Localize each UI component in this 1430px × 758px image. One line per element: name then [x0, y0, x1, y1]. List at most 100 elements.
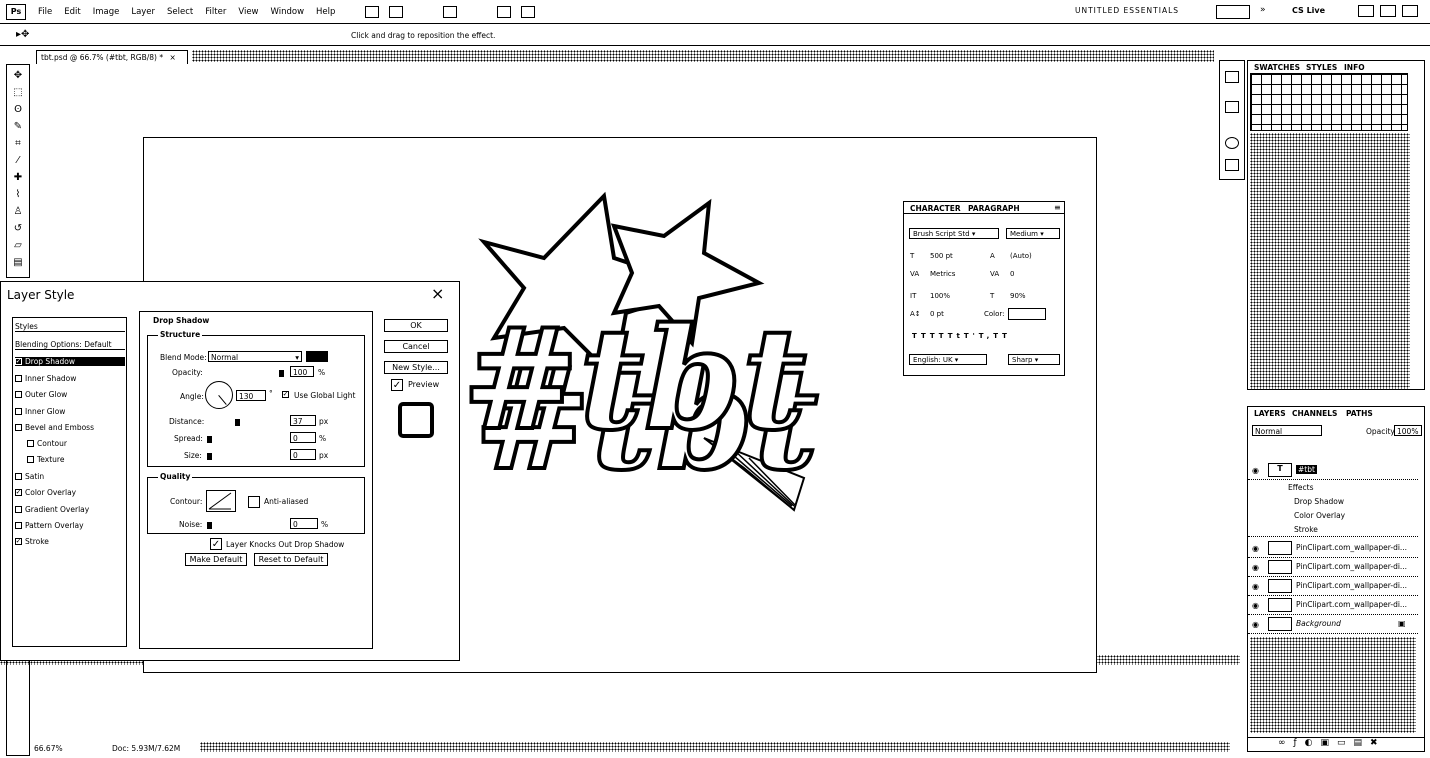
checkbox[interactable]: [15, 375, 22, 382]
layer-name[interactable]: PinClipart.com_wallpaper-di...: [1296, 581, 1407, 590]
layer-row[interactable]: ◉ PinClipart.com_wallpaper-di...: [1248, 558, 1418, 577]
visibility-eye-icon[interactable]: ◉: [1252, 563, 1259, 572]
font-style-select[interactable]: Medium ▾: [1006, 228, 1060, 239]
font-family-select[interactable]: Brush Script Std ▾: [909, 228, 999, 239]
size-slider-thumb[interactable]: [207, 453, 212, 460]
close-document-icon[interactable]: ×: [169, 53, 175, 62]
blend-mode-select[interactable]: Normal ▾: [208, 351, 302, 362]
bridge-icon[interactable]: [365, 5, 380, 18]
layer-effect-row[interactable]: Color Overlay: [1248, 509, 1418, 523]
workspace-switcher[interactable]: UNTITLED ESSENTIALS: [1075, 6, 1179, 15]
style-contour[interactable]: Contour: [27, 439, 67, 448]
layer-effect-row[interactable]: Stroke: [1248, 523, 1418, 537]
visibility-eye-icon[interactable]: ◉: [1252, 544, 1259, 553]
close-icon[interactable]: ×: [431, 284, 444, 303]
layer-row[interactable]: ◉ PinClipart.com_wallpaper-di...: [1248, 577, 1418, 596]
checkbox[interactable]: [15, 506, 22, 513]
panel-menu-icon[interactable]: ≡: [1054, 203, 1061, 212]
checkbox[interactable]: [15, 408, 22, 415]
global-light-checkbox[interactable]: ✓: [282, 391, 289, 398]
clone-stamp-tool-icon[interactable]: ♙: [10, 204, 26, 218]
checkbox[interactable]: [15, 424, 22, 431]
layer-row[interactable]: ◉ PinClipart.com_wallpaper-di...: [1248, 596, 1418, 615]
style-texture[interactable]: Texture: [27, 455, 64, 464]
menu-file[interactable]: File: [38, 7, 52, 17]
menu-image[interactable]: Image: [93, 7, 120, 17]
antialias-select[interactable]: Sharp ▾: [1008, 354, 1060, 365]
knockout-checkbox[interactable]: ✓: [210, 538, 222, 550]
anti-aliased-checkbox[interactable]: [248, 496, 260, 508]
checkbox[interactable]: [15, 391, 22, 398]
layer-name[interactable]: PinClipart.com_wallpaper-di...: [1296, 562, 1407, 571]
text-style-buttons[interactable]: TTTTTtT'T,TT: [912, 332, 1011, 340]
cancel-button[interactable]: Cancel: [384, 340, 448, 353]
checkbox[interactable]: [27, 440, 34, 447]
angle-input[interactable]: 130: [236, 390, 266, 401]
text-color-swatch[interactable]: [1008, 308, 1046, 320]
checkbox[interactable]: ✓: [15, 489, 22, 496]
document-tab[interactable]: tbt.psd @ 66.7% (#tbt, RGB/8) * ×: [36, 50, 188, 64]
healing-brush-tool-icon[interactable]: ✚: [10, 170, 26, 184]
visibility-eye-icon[interactable]: ◉: [1252, 620, 1259, 629]
move-tool-icon[interactable]: ✥: [10, 68, 26, 82]
lasso-tool-icon[interactable]: ʘ: [10, 102, 26, 116]
font-size-value[interactable]: 500 pt: [930, 252, 953, 260]
menu-window[interactable]: Window: [271, 7, 305, 17]
restore-button[interactable]: [1380, 5, 1396, 17]
reset-to-default-button[interactable]: Reset to Default: [254, 553, 328, 566]
screen-mode-icon[interactable]: [521, 5, 536, 18]
horizontal-scrollbar[interactable]: [200, 742, 1230, 752]
blending-options[interactable]: Blending Options: Default: [15, 340, 125, 350]
style-inner-shadow[interactable]: Inner Shadow: [15, 374, 76, 383]
distance-input[interactable]: 37: [290, 415, 316, 426]
menu-select[interactable]: Select: [167, 7, 193, 17]
tab-styles[interactable]: STYLES: [1306, 63, 1337, 72]
layer-name[interactable]: #tbt: [1296, 465, 1317, 474]
horizontal-scale-value[interactable]: 90%: [1010, 292, 1026, 300]
menu-view[interactable]: View: [238, 7, 258, 17]
noise-slider-thumb[interactable]: [207, 522, 212, 529]
layer-name[interactable]: PinClipart.com_wallpaper-di...: [1296, 543, 1407, 552]
marquee-tool-icon[interactable]: ⬚: [10, 85, 26, 99]
vertical-scale-value[interactable]: 100%: [930, 292, 950, 300]
tab-swatches[interactable]: SWATCHES: [1254, 63, 1300, 72]
quick-select-tool-icon[interactable]: ✎: [10, 119, 26, 133]
adjustments-icon[interactable]: [1225, 159, 1239, 171]
style-gradient-overlay[interactable]: Gradient Overlay: [15, 505, 89, 514]
minimize-button[interactable]: [1358, 5, 1374, 17]
visibility-eye-icon[interactable]: ◉: [1252, 582, 1259, 591]
layer-name[interactable]: PinClipart.com_wallpaper-di...: [1296, 600, 1407, 609]
layer-name[interactable]: Background: [1296, 619, 1341, 628]
tab-paragraph[interactable]: PARAGRAPH: [968, 204, 1020, 213]
mini-bridge-icon[interactable]: [1225, 71, 1239, 83]
layer-row[interactable]: ◉ T #tbt: [1248, 461, 1418, 480]
brush-tool-icon[interactable]: ⌇: [10, 187, 26, 201]
menu-filter[interactable]: Filter: [205, 7, 226, 17]
cs-live-button[interactable]: CS Live: [1292, 6, 1325, 15]
layer-row[interactable]: ◉ Background ▣: [1248, 615, 1418, 634]
style-pattern-overlay[interactable]: Pattern Overlay: [15, 521, 84, 530]
styles-header[interactable]: Styles: [15, 322, 125, 332]
checkbox[interactable]: [15, 522, 22, 529]
new-style-button[interactable]: New Style...: [384, 361, 448, 374]
spread-input[interactable]: 0: [290, 432, 316, 443]
baseline-shift-value[interactable]: 0 pt: [930, 310, 944, 318]
history-icon[interactable]: [1225, 101, 1239, 113]
opacity-slider-thumb[interactable]: [279, 370, 284, 377]
leading-value[interactable]: (Auto): [1010, 252, 1032, 260]
arrange-documents-icon[interactable]: [497, 5, 512, 18]
menu-edit[interactable]: Edit: [64, 7, 80, 17]
style-satin[interactable]: Satin: [15, 472, 44, 481]
crop-tool-icon[interactable]: ⌗: [10, 136, 26, 150]
mini-bridge-icon[interactable]: [389, 5, 404, 18]
language-select[interactable]: English: UK ▾: [909, 354, 987, 365]
tab-channels[interactable]: CHANNELS: [1292, 409, 1337, 418]
shadow-color-swatch[interactable]: [306, 351, 328, 362]
zoom-level[interactable]: 66.67%: [34, 744, 63, 753]
tab-info[interactable]: INFO: [1344, 63, 1365, 72]
checkbox[interactable]: ✓: [15, 358, 22, 365]
style-bevel-emboss[interactable]: Bevel and Emboss: [15, 423, 94, 432]
preview-checkbox[interactable]: ✓: [391, 379, 403, 391]
style-drop-shadow[interactable]: ✓ Drop Shadow: [15, 357, 125, 366]
checkbox[interactable]: ✓: [15, 538, 22, 545]
